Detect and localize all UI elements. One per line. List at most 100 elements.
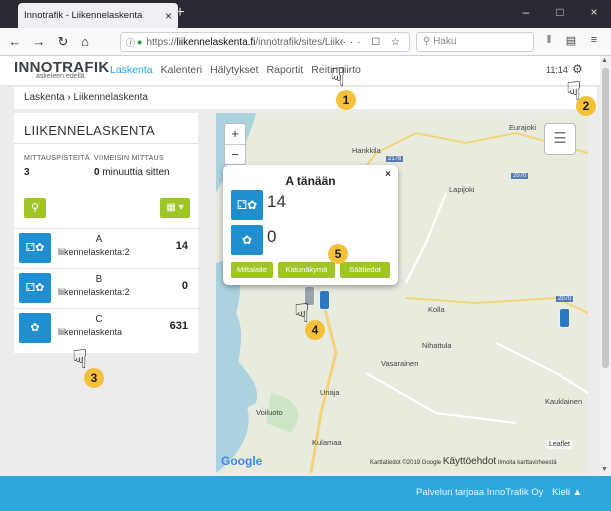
vertical-scrollbar[interactable]: ▲ ▼	[600, 56, 611, 476]
lock-icon: ●	[137, 37, 143, 47]
map-attribution: Karttatiedot ©2019 Google Käyttöehdot Il…	[370, 456, 557, 467]
road-number: 2070	[556, 296, 574, 302]
browser-nav-bar: ← → ↻ ⌂ ⓘ ● https://liikennelaskenta.fi/…	[0, 28, 611, 56]
stat-points-value: 3	[24, 167, 30, 178]
place-label: Lapijoki	[449, 185, 475, 194]
list-item-count: 0	[181, 280, 188, 292]
map-marker[interactable]	[319, 290, 330, 310]
street-view-button[interactable]: Katunäkymä	[278, 262, 335, 278]
list-item-sub: liikennelaskenta	[58, 327, 123, 337]
sidebar-icon[interactable]: ▤	[563, 34, 579, 47]
stat-latest-label: Viimeisin mittaus	[94, 155, 164, 162]
list-item-sub: liikennelaskenta:2	[58, 287, 130, 297]
bike-pedestrian-icon: ⚁✿	[19, 273, 51, 303]
place-label: Vasarainen	[381, 359, 419, 368]
place-label: Hankkila	[352, 146, 381, 155]
menu-kalenteri[interactable]: Kalenteri	[161, 64, 202, 76]
search-button[interactable]: ⚲	[24, 198, 46, 218]
callout-badge: 5	[328, 244, 348, 264]
zoom-in-button[interactable]: +	[225, 124, 245, 144]
page-actions-icons[interactable]: ··· ☐ ☆	[343, 37, 404, 48]
library-icon[interactable]: ‖	[541, 34, 557, 46]
list-item[interactable]: ⚁✿ A liikennelaskenta:2 14	[14, 228, 198, 266]
divider	[14, 143, 198, 144]
card-title: LIIKENNELASKENTA	[24, 123, 155, 138]
minimize-icon[interactable]: –	[514, 5, 538, 19]
road-number: 2176	[386, 156, 404, 162]
weather-button[interactable]: Säätiedot	[340, 262, 390, 278]
place-label: Nihattula	[422, 341, 452, 350]
stat-points-label: Mittauspisteitä	[24, 155, 90, 162]
view-toggle-button[interactable]: ▦ ▾	[160, 198, 190, 218]
zoom-out-button[interactable]: −	[225, 144, 245, 164]
window-close-icon[interactable]: ×	[582, 5, 606, 19]
main-menu: Laskenta Kalenteri Hälytykset Raportit R…	[110, 64, 361, 76]
list-item[interactable]: ✿ C liikennelaskenta 631	[14, 308, 198, 346]
marker-popup: A tänään × ⚁✿ 14 ✿ 0 Mittalaite Katunäky…	[223, 165, 398, 285]
list-item-count: 631	[169, 320, 188, 332]
search-icon: ⚲	[30, 202, 40, 214]
google-logo: Google	[221, 454, 263, 468]
menu-raportit[interactable]: Raportit	[267, 64, 304, 76]
place-label: Kulamaa	[312, 438, 342, 447]
terms-link[interactable]: Käyttöehdot	[443, 456, 496, 467]
place-label: Kauklainen	[545, 397, 583, 406]
browser-tab-bar: Innotrafik - Liikennelaskenta × + – □ ×	[0, 0, 611, 28]
scroll-up-icon[interactable]: ▲	[601, 57, 608, 64]
place-label: Voiluoto	[256, 408, 283, 417]
maximize-icon[interactable]: □	[548, 5, 572, 19]
popup-bike-value: 14	[267, 192, 286, 211]
layers-icon[interactable]: ☰	[544, 123, 576, 155]
back-icon[interactable]: ←	[6, 33, 24, 51]
hamburger-menu-icon[interactable]: ≡	[586, 34, 602, 46]
menu-halytykset[interactable]: Hälytykset	[210, 64, 258, 76]
report-link[interactable]: Ilmoita karttavirheestä	[498, 460, 557, 466]
counting-card: LIIKENNELASKENTA Mittauspisteitä 3 Viime…	[14, 113, 198, 353]
app-header: INNOTRAFIK askeleen edellä Laskenta Kale…	[0, 56, 600, 86]
search-input[interactable]: ⚲ Haku	[416, 32, 534, 52]
bike-pedestrian-icon: ⚁✿	[19, 233, 51, 263]
callout-badge: 4	[305, 320, 325, 340]
callout-badge: 2	[576, 96, 596, 116]
popup-title: A tänään	[285, 174, 336, 188]
road-number: 2070	[511, 173, 529, 179]
popup-close-icon[interactable]: ×	[385, 169, 391, 180]
home-icon[interactable]: ⌂	[76, 33, 94, 51]
breadcrumb[interactable]: Laskenta › Liikennelaskenta	[14, 87, 597, 109]
pointer-hand-icon: ☟	[72, 344, 88, 374]
innotrafik-logo[interactable]: INNOTRAFIK askeleen edellä	[14, 59, 110, 80]
scroll-down-icon[interactable]: ▼	[601, 466, 608, 473]
popup-walk-value: 0	[267, 227, 277, 246]
browser-tab[interactable]: Innotrafik - Liikennelaskenta ×	[18, 3, 178, 28]
list-item-sub: liikennelaskenta:2	[58, 247, 130, 257]
callout-badge: 3	[84, 368, 104, 388]
menu-laskenta[interactable]: Laskenta	[110, 64, 153, 76]
list-item-count: 14	[175, 240, 188, 252]
list-item-name: A	[95, 234, 103, 245]
bike-pedestrian-icon: ⚁✿	[231, 190, 263, 220]
list-item-name: C	[95, 314, 103, 325]
stat-latest-value: 0 minuuttia sitten	[94, 167, 170, 178]
url-text[interactable]: https://liikennelaskenta.fi/innotrafik/s…	[146, 37, 342, 48]
place-label: Kolla	[428, 305, 445, 314]
forward-icon[interactable]: →	[30, 33, 48, 51]
clock: 11:14	[546, 65, 568, 75]
scrollbar-thumb[interactable]	[602, 68, 609, 368]
place-label: Eurajoki	[509, 123, 537, 132]
language-selector[interactable]: Kieli ▲	[552, 487, 582, 498]
map-view[interactable]: + − ☰ Hankkila Eurajoki Lapijoki Kolla N…	[216, 113, 588, 473]
pedestrian-icon: ✿	[19, 313, 51, 343]
callout-badge: 1	[336, 90, 356, 110]
new-tab-button[interactable]: +	[170, 4, 190, 22]
leaflet-link[interactable]: Leaflet	[546, 440, 572, 449]
reload-icon[interactable]: ↻	[54, 33, 72, 51]
tab-title: Innotrafik - Liikennelaskenta	[24, 10, 143, 21]
pedestrian-icon: ✿	[231, 225, 263, 255]
list-item[interactable]: ⚁✿ B liikennelaskenta:2 0	[14, 268, 198, 306]
zoom-control: + −	[224, 123, 246, 165]
info-icon[interactable]: ⓘ	[126, 36, 135, 49]
url-bar[interactable]: ⓘ ● https://liikennelaskenta.fi/innotraf…	[120, 32, 410, 52]
device-button[interactable]: Mittalaite	[231, 262, 273, 278]
map-marker[interactable]	[559, 308, 570, 328]
gear-icon[interactable]: ⚙	[572, 62, 583, 76]
